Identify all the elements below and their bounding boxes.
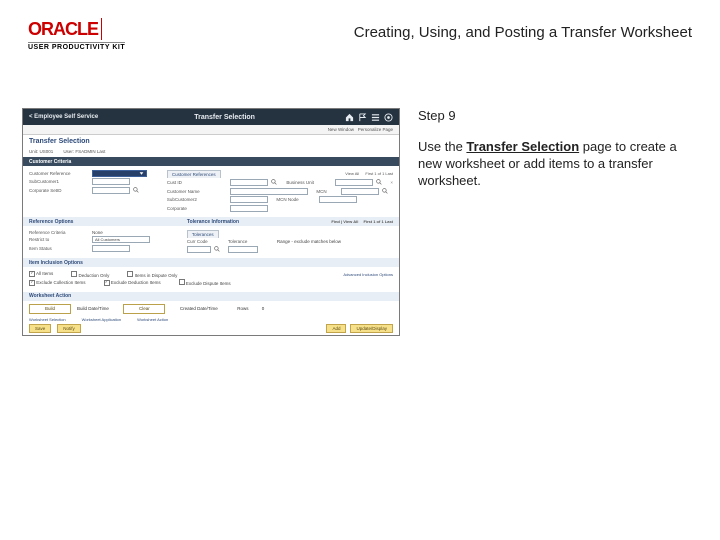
home-icon[interactable] [345,113,354,122]
search-icon[interactable] [382,188,389,195]
chk-excl-deduction[interactable] [104,280,110,286]
subcust2-label: SubCustomer2 [167,197,227,202]
mcn-node-label: MCN Node [276,197,316,202]
chk-ded-only[interactable] [71,271,77,277]
app-screenshot: < Employee Self Service Transfer Selecti… [22,108,400,336]
corp-setid-label: Corporate SetID [29,188,89,193]
step-label: Step 9 [418,108,688,125]
page-title: Transfer Selection [23,135,399,148]
mcn-input[interactable] [341,188,379,195]
update-display-button[interactable]: Update/Display [350,324,393,333]
search-icon[interactable] [133,187,140,194]
search-icon[interactable] [376,179,383,186]
flag-icon[interactable] [358,113,367,122]
app-title: Transfer Selection [104,114,345,121]
lbl-all-items: All Items [36,271,53,276]
user-value: FSADMIN Last [75,149,105,154]
doc-title: Creating, Using, and Posting a Transfer … [354,24,692,41]
ws-application-link[interactable]: Worksheet Application [82,317,122,322]
currcode-label: Curr Code [187,239,225,244]
section-item-inclusion: Item Inclusion Options [23,258,399,267]
cust-ref-tab[interactable]: Customer References [167,170,221,178]
clear-button[interactable]: Clear [123,304,165,314]
mcn-label: MCN [316,189,338,194]
instruction-text: Use the Transfer Selection page to creat… [418,139,688,190]
notify-button[interactable]: Notify [57,324,81,333]
app-topbar: < Employee Self Service Transfer Selecti… [23,109,399,125]
cust-ref-label: Customer Reference [29,171,89,176]
page-nav[interactable]: First 1 of 1 Last [365,171,393,176]
new-window-link[interactable]: New Window [328,127,354,132]
unit-label: Unit: [29,149,38,154]
cust-ref-dropdown[interactable] [92,170,147,177]
rows-label: Rows [237,306,248,311]
tolerance-nav[interactable]: First 1 of 1 Last [363,219,393,224]
ref-criteria-value: None [92,230,103,235]
section-worksheet-action: Worksheet Action [23,292,399,301]
subcust2-input[interactable] [230,196,268,203]
bunit-input[interactable] [335,179,373,186]
lbl-excl-dispute: Exclude Dispute Items [186,281,231,286]
ws-action-link[interactable]: Worksheet Action [137,317,168,322]
cust-id-label: Cust ID [167,180,227,185]
ws-selection-link[interactable]: Worksheet Selection [29,317,66,322]
cust-id-input[interactable] [230,179,268,186]
item-status-label: Item Status [29,246,89,251]
build-button[interactable]: Build [29,304,71,314]
sub-header: New Window Personalize Page [23,125,399,135]
corp-cust-label: Corporate [167,206,227,211]
unit-value: US001 [40,149,54,154]
lbl-excl-deduction: Exclude Deduction Items [111,280,161,285]
close-icon[interactable]: × [390,180,393,185]
oracle-bar [101,18,102,40]
add-button[interactable]: Add [326,324,346,333]
lbl-dispute-only: Items in Dispute Only [135,273,178,278]
search-icon[interactable] [271,179,278,186]
range-label: Range - exclude matches below [277,239,341,244]
subcust1-input[interactable] [92,178,130,185]
instruction-panel: Step 9 Use the Transfer Selection page t… [418,108,688,336]
chk-all-items[interactable] [29,271,35,277]
rows-value: 0 [262,306,265,311]
lbl-ded-only: Deduction Only [79,273,110,278]
corp-setid-input[interactable] [92,187,130,194]
cust-name-input[interactable] [230,188,308,195]
created-dt-label: Created Date/Time [180,306,218,311]
tolerance-find[interactable]: Find | View All [331,219,358,224]
mcn-node-input[interactable] [319,196,357,203]
personalize-link[interactable]: Personalize Page [358,127,393,132]
subcust1-label: SubCustomer1 [29,179,89,184]
chk-excl-collection[interactable] [29,280,35,286]
user-label: User: [63,149,74,154]
item-status-dropdown[interactable] [92,245,130,252]
corp-cust-input[interactable] [230,205,268,212]
restrict-to-label: Restrict to [29,237,89,242]
chk-excl-dispute[interactable] [179,279,185,285]
brand-sub: USER PRODUCTIVITY KIT [28,42,125,51]
oracle-logo: ORACLE [28,19,98,40]
section-reference-options: Reference Options [23,217,181,226]
menu-icon[interactable] [371,113,380,122]
cust-name-label: Customer Name [167,189,227,194]
find-viewall[interactable]: View All [345,171,359,176]
tab-tolerances[interactable]: Tolerances [187,230,219,238]
bunit-label: Business Unit [286,180,332,185]
lbl-excl-collection: Exclude Collection Items [36,280,85,285]
section-tolerance: Tolerance Information [187,219,239,225]
search-icon[interactable] [214,246,221,253]
build-dt-label: Build Date/Time [77,306,109,311]
save-button[interactable]: Save [29,324,51,333]
restrict-to-dropdown[interactable]: All Customers [92,236,150,243]
tolerance-input[interactable] [228,246,258,253]
back-link[interactable]: < Employee Self Service [29,114,98,120]
chk-dispute-only[interactable] [127,271,133,277]
section-customer-criteria: Customer Criteria [23,157,399,166]
tolerance-label: Tolerance [228,239,266,244]
bell-icon[interactable] [384,113,393,122]
currcode-input[interactable] [187,246,211,253]
ref-criteria-label: Reference Criteria [29,230,89,235]
adv-inclusion-link[interactable]: Advanced Inclusion Options [343,272,393,277]
